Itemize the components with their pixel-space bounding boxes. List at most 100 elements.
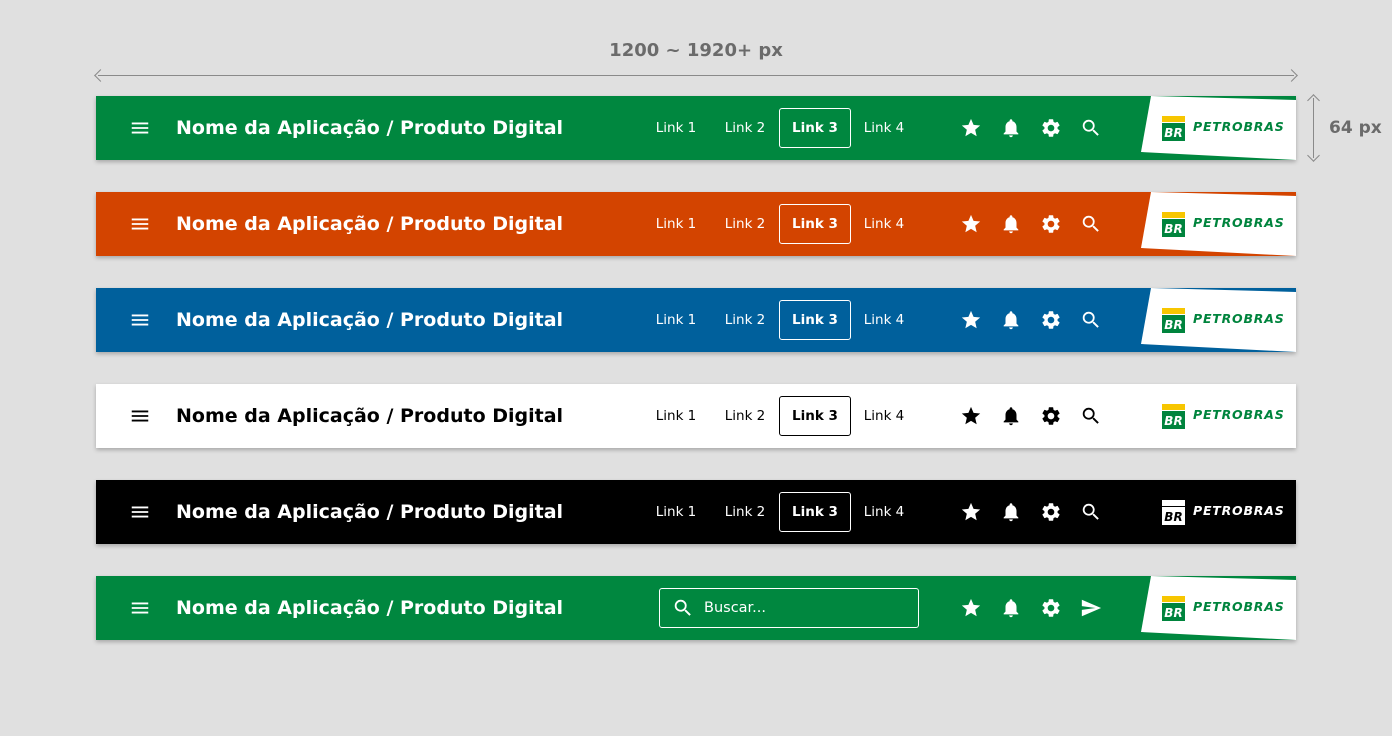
petrobras-logo: BR PETROBRAS <box>1141 288 1296 352</box>
nav-link-2[interactable]: Link 2 <box>717 108 773 148</box>
menu-icon <box>131 410 149 422</box>
favorite-button[interactable] <box>959 596 983 620</box>
settings-button[interactable] <box>1039 596 1063 620</box>
menu-button[interactable] <box>126 402 154 430</box>
nav-link-4[interactable]: Link 4 <box>856 300 912 340</box>
menu-button[interactable] <box>126 594 154 622</box>
appbar-green: Nome da Aplicação / Produto Digital Link… <box>96 96 1296 160</box>
menu-icon <box>131 602 149 614</box>
height-dimension: 64 px <box>1306 94 1386 162</box>
settings-button[interactable] <box>1039 404 1063 428</box>
search-input[interactable] <box>704 600 904 616</box>
petrobras-logo: BR PETROBRAS <box>1141 480 1296 544</box>
svg-text:BR: BR <box>1164 606 1182 620</box>
search-button[interactable] <box>1079 500 1103 524</box>
width-dimension: 1200 ~ 1920+ px <box>94 40 1298 84</box>
notifications-button[interactable] <box>999 596 1023 620</box>
nav-link-3[interactable]: Link 3 <box>779 204 851 244</box>
width-dimension-line <box>98 75 1294 76</box>
menu-button[interactable] <box>126 114 154 142</box>
settings-button[interactable] <box>1039 212 1063 236</box>
favorite-button[interactable] <box>959 404 983 428</box>
notifications-button[interactable] <box>999 116 1023 140</box>
menu-button[interactable] <box>126 210 154 238</box>
notifications-button[interactable] <box>999 500 1023 524</box>
favorite-button[interactable] <box>959 500 983 524</box>
send-icon <box>1081 599 1102 617</box>
search-icon <box>1082 119 1099 136</box>
svg-text:BR: BR <box>1164 222 1182 236</box>
arrow-left-icon <box>94 69 107 82</box>
br-mark-icon: BR <box>1162 404 1185 429</box>
nav-link-1[interactable]: Link 1 <box>648 300 704 340</box>
bell-icon <box>1003 599 1019 618</box>
appbar-black: Nome da Aplicação / Produto Digital Link… <box>96 480 1296 544</box>
nav-link-3[interactable]: Link 3 <box>779 300 851 340</box>
appbar-white: Nome da Aplicação / Produto Digital Link… <box>96 384 1296 448</box>
nav-link-3[interactable]: Link 3 <box>779 492 851 532</box>
favorite-button[interactable] <box>959 308 983 332</box>
nav-link-4[interactable]: Link 4 <box>856 204 912 244</box>
search-icon <box>1082 215 1099 232</box>
bell-icon <box>1003 311 1019 330</box>
nav-link-4[interactable]: Link 4 <box>856 492 912 532</box>
bell-icon <box>1003 119 1019 138</box>
brand-name: PETROBRAS <box>1193 407 1285 422</box>
notifications-button[interactable] <box>999 212 1023 236</box>
nav-link-4[interactable]: Link 4 <box>856 108 912 148</box>
gear-icon <box>1042 407 1060 425</box>
height-dimension-label: 64 px <box>1329 118 1382 138</box>
nav-link-1[interactable]: Link 1 <box>648 492 704 532</box>
favorite-button[interactable] <box>959 116 983 140</box>
brand-name: PETROBRAS <box>1193 503 1285 518</box>
menu-icon <box>131 314 149 326</box>
nav-link-1[interactable]: Link 1 <box>648 108 704 148</box>
star-icon <box>961 214 981 233</box>
menu-button[interactable] <box>126 306 154 334</box>
menu-icon <box>131 506 149 518</box>
search-icon <box>1082 407 1099 424</box>
nav-link-2[interactable]: Link 2 <box>717 396 773 436</box>
menu-button[interactable] <box>126 498 154 526</box>
star-icon <box>961 406 981 425</box>
appbar-orange: Nome da Aplicação / Produto Digital Link… <box>96 192 1296 256</box>
arrow-right-icon <box>1285 69 1298 82</box>
settings-button[interactable] <box>1039 500 1063 524</box>
search-button[interactable] <box>1079 308 1103 332</box>
gear-icon <box>1042 503 1060 521</box>
petrobras-logo: BR PETROBRAS <box>1141 384 1296 448</box>
notifications-button[interactable] <box>999 404 1023 428</box>
nav-link-1[interactable]: Link 1 <box>648 396 704 436</box>
favorite-button[interactable] <box>959 212 983 236</box>
search-button[interactable] <box>1079 212 1103 236</box>
search-button[interactable] <box>1079 404 1103 428</box>
petrobras-logo: BR PETROBRAS <box>1141 576 1296 640</box>
nav-link-2[interactable]: Link 2 <box>717 492 773 532</box>
petrobras-logo: BR PETROBRAS <box>1141 192 1296 256</box>
br-mark-icon: BR <box>1162 500 1185 525</box>
search-button[interactable] <box>1079 116 1103 140</box>
nav-link-1[interactable]: Link 1 <box>648 204 704 244</box>
arrow-down-icon <box>1307 149 1320 162</box>
appbar-blue: Nome da Aplicação / Produto Digital Link… <box>96 288 1296 352</box>
app-title: Nome da Aplicação / Produto Digital <box>176 309 564 331</box>
gear-icon <box>1042 215 1060 233</box>
notifications-button[interactable] <box>999 308 1023 332</box>
nav-link-3[interactable]: Link 3 <box>779 396 851 436</box>
brand-name: PETROBRAS <box>1193 599 1285 614</box>
gear-icon <box>1042 599 1060 617</box>
nav-link-3[interactable]: Link 3 <box>779 108 851 148</box>
brand-name: PETROBRAS <box>1193 311 1285 326</box>
app-title: Nome da Aplicação / Produto Digital <box>176 597 564 619</box>
send-button[interactable] <box>1079 596 1103 620</box>
br-mark-icon: BR <box>1162 596 1185 621</box>
nav-link-2[interactable]: Link 2 <box>717 300 773 340</box>
search-field[interactable] <box>659 588 919 628</box>
app-title: Nome da Aplicação / Produto Digital <box>176 213 564 235</box>
settings-button[interactable] <box>1039 308 1063 332</box>
nav-link-2[interactable]: Link 2 <box>717 204 773 244</box>
search-icon <box>1082 503 1099 520</box>
star-icon <box>961 118 981 137</box>
settings-button[interactable] <box>1039 116 1063 140</box>
nav-link-4[interactable]: Link 4 <box>856 396 912 436</box>
